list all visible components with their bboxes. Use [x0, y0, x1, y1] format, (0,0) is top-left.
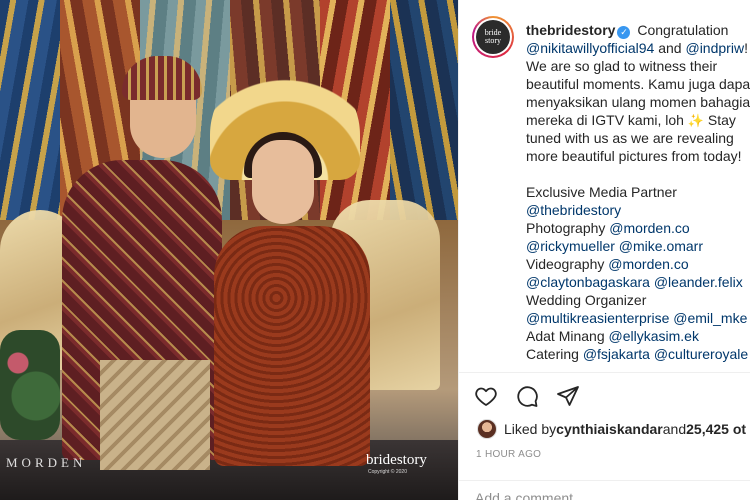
mention-link[interactable]: @leander.felix	[654, 274, 743, 290]
caption-line: @thebridestory	[526, 201, 750, 219]
post-side-panel: bride story thebridestory ✓ Congratulatio…	[458, 0, 750, 500]
caption-line: more beautiful pictures from today!	[526, 147, 750, 165]
caption-text: menyaksikan ulang momen bahagia	[526, 94, 750, 110]
likes-summary: Liked by cynthiaiskandar and 25,425 ot	[477, 417, 746, 441]
caption-text: Adat Minang	[526, 328, 609, 344]
post-photo[interactable]: MORDEN bridestory Copyright © 2020	[0, 0, 458, 500]
mention-link[interactable]: @morden.co	[609, 220, 689, 236]
likes-prefix: Liked by	[504, 421, 557, 437]
caption-line: Catering @fsjakarta @cultureroyale	[526, 345, 750, 363]
caption-line: We are so glad to witness their	[526, 57, 750, 75]
verified-badge-icon: ✓	[617, 26, 631, 39]
caption-line: Exclusive Media Partner	[526, 183, 750, 201]
caption-text: Videography	[526, 256, 609, 272]
caption-text: We are so glad to witness their	[526, 58, 718, 74]
caption-text: tuned with us as we are revealing	[526, 130, 734, 146]
mention-link[interactable]: @ellykasim.ek	[609, 328, 699, 344]
comment-row	[459, 480, 750, 500]
caption-line: @nikitawillyofficial94 and @indpriw!	[526, 39, 750, 57]
avatar-ring: bride story	[474, 18, 512, 56]
likes-count-link[interactable]: 25,425 ot	[686, 421, 746, 437]
mention-link[interactable]: @thebridestory	[526, 202, 621, 218]
caption-line: @claytonbagaskara @leander.felix	[526, 273, 750, 291]
caption-line: Adat Minang @ellykasim.ek	[526, 327, 750, 345]
divider	[459, 372, 750, 373]
mention-link[interactable]: @multikreasienterprise	[526, 310, 669, 326]
caption-line: Photography @morden.co	[526, 219, 750, 237]
curtain-backdrop	[390, 0, 458, 220]
mention-link[interactable]: @claytonbagaskara	[526, 274, 650, 290]
watermark-bridestory: bridestory	[366, 452, 427, 468]
caption-text: mereka di IGTV kami, loh	[526, 112, 688, 128]
caption-area: bride story thebridestory ✓ Congratulatio…	[459, 0, 750, 372]
caption-line: beautiful moments. Kamu juga dapa	[526, 75, 750, 93]
flower-arrangement	[0, 330, 60, 440]
post-caption: thebridestory ✓ Congratulation @nikitawill…	[526, 21, 750, 363]
watermark-copyright: Copyright © 2020	[368, 469, 407, 475]
mention-link[interactable]: @nikitawillyofficial94	[526, 40, 654, 56]
action-bar	[473, 382, 581, 410]
likes-middle: and	[662, 421, 687, 437]
mention-link[interactable]: @fsjakarta	[583, 346, 650, 362]
mention-link[interactable]: @mike.omarr	[619, 238, 703, 254]
watermark-morden: MORDEN	[6, 455, 87, 470]
caption-text: and	[654, 40, 686, 56]
caption-line: thebridestory ✓ Congratulation	[526, 21, 750, 39]
bride-figure	[214, 226, 370, 466]
caption-text: Catering	[526, 346, 583, 362]
caption-text: Wedding Organizer	[526, 292, 647, 308]
liker-avatar[interactable]	[477, 419, 497, 439]
groom-sarong	[100, 360, 210, 470]
caption-text: Exclusive Media Partner	[526, 184, 677, 200]
caption-line: tuned with us as we are revealing	[526, 129, 750, 147]
curtain-backdrop	[0, 0, 60, 220]
author-avatar[interactable]: bride story	[472, 16, 514, 58]
heart-icon[interactable]	[473, 383, 499, 409]
mention-link[interactable]: @rickymueller	[526, 238, 615, 254]
caption-line: Wedding Organizer	[526, 291, 750, 309]
mention-link[interactable]: @cultureroyale	[654, 346, 748, 362]
mention-link[interactable]: @indpriw	[685, 40, 744, 56]
caption-text: more beautiful pictures from today!	[526, 148, 742, 164]
caption-line: @multikreasienterprise @emil_mke	[526, 309, 750, 327]
caption-line: mereka di IGTV kami, loh ✨ Stay	[526, 111, 750, 129]
author-username[interactable]: thebridestory	[526, 22, 615, 38]
caption-line: @rickymueller @mike.omarr	[526, 237, 750, 255]
mention-link[interactable]: @emil_mke	[673, 310, 747, 326]
sparkles-icon: ✨	[687, 113, 705, 128]
bride-head	[252, 140, 314, 224]
avatar-logo: bride story	[476, 20, 510, 54]
comment-icon[interactable]	[514, 383, 540, 409]
caption-text: Stay	[704, 112, 736, 128]
caption-text: beautiful moments. Kamu juga dapa	[526, 76, 750, 92]
liker-username-link[interactable]: cynthiaiskandar	[556, 421, 663, 437]
caption-text: Photography	[526, 220, 610, 236]
caption-text: Congratulation	[637, 22, 729, 38]
caption-line: menyaksikan ulang momen bahagia	[526, 93, 750, 111]
caption-line: Videography @morden.co	[526, 255, 750, 273]
paper-plane-icon[interactable]	[555, 383, 581, 409]
caption-text: !	[744, 40, 748, 56]
mention-link[interactable]: @morden.co	[608, 256, 688, 272]
post-timestamp[interactable]: 1 HOUR AGO	[476, 449, 541, 460]
comment-input[interactable]	[475, 490, 725, 500]
